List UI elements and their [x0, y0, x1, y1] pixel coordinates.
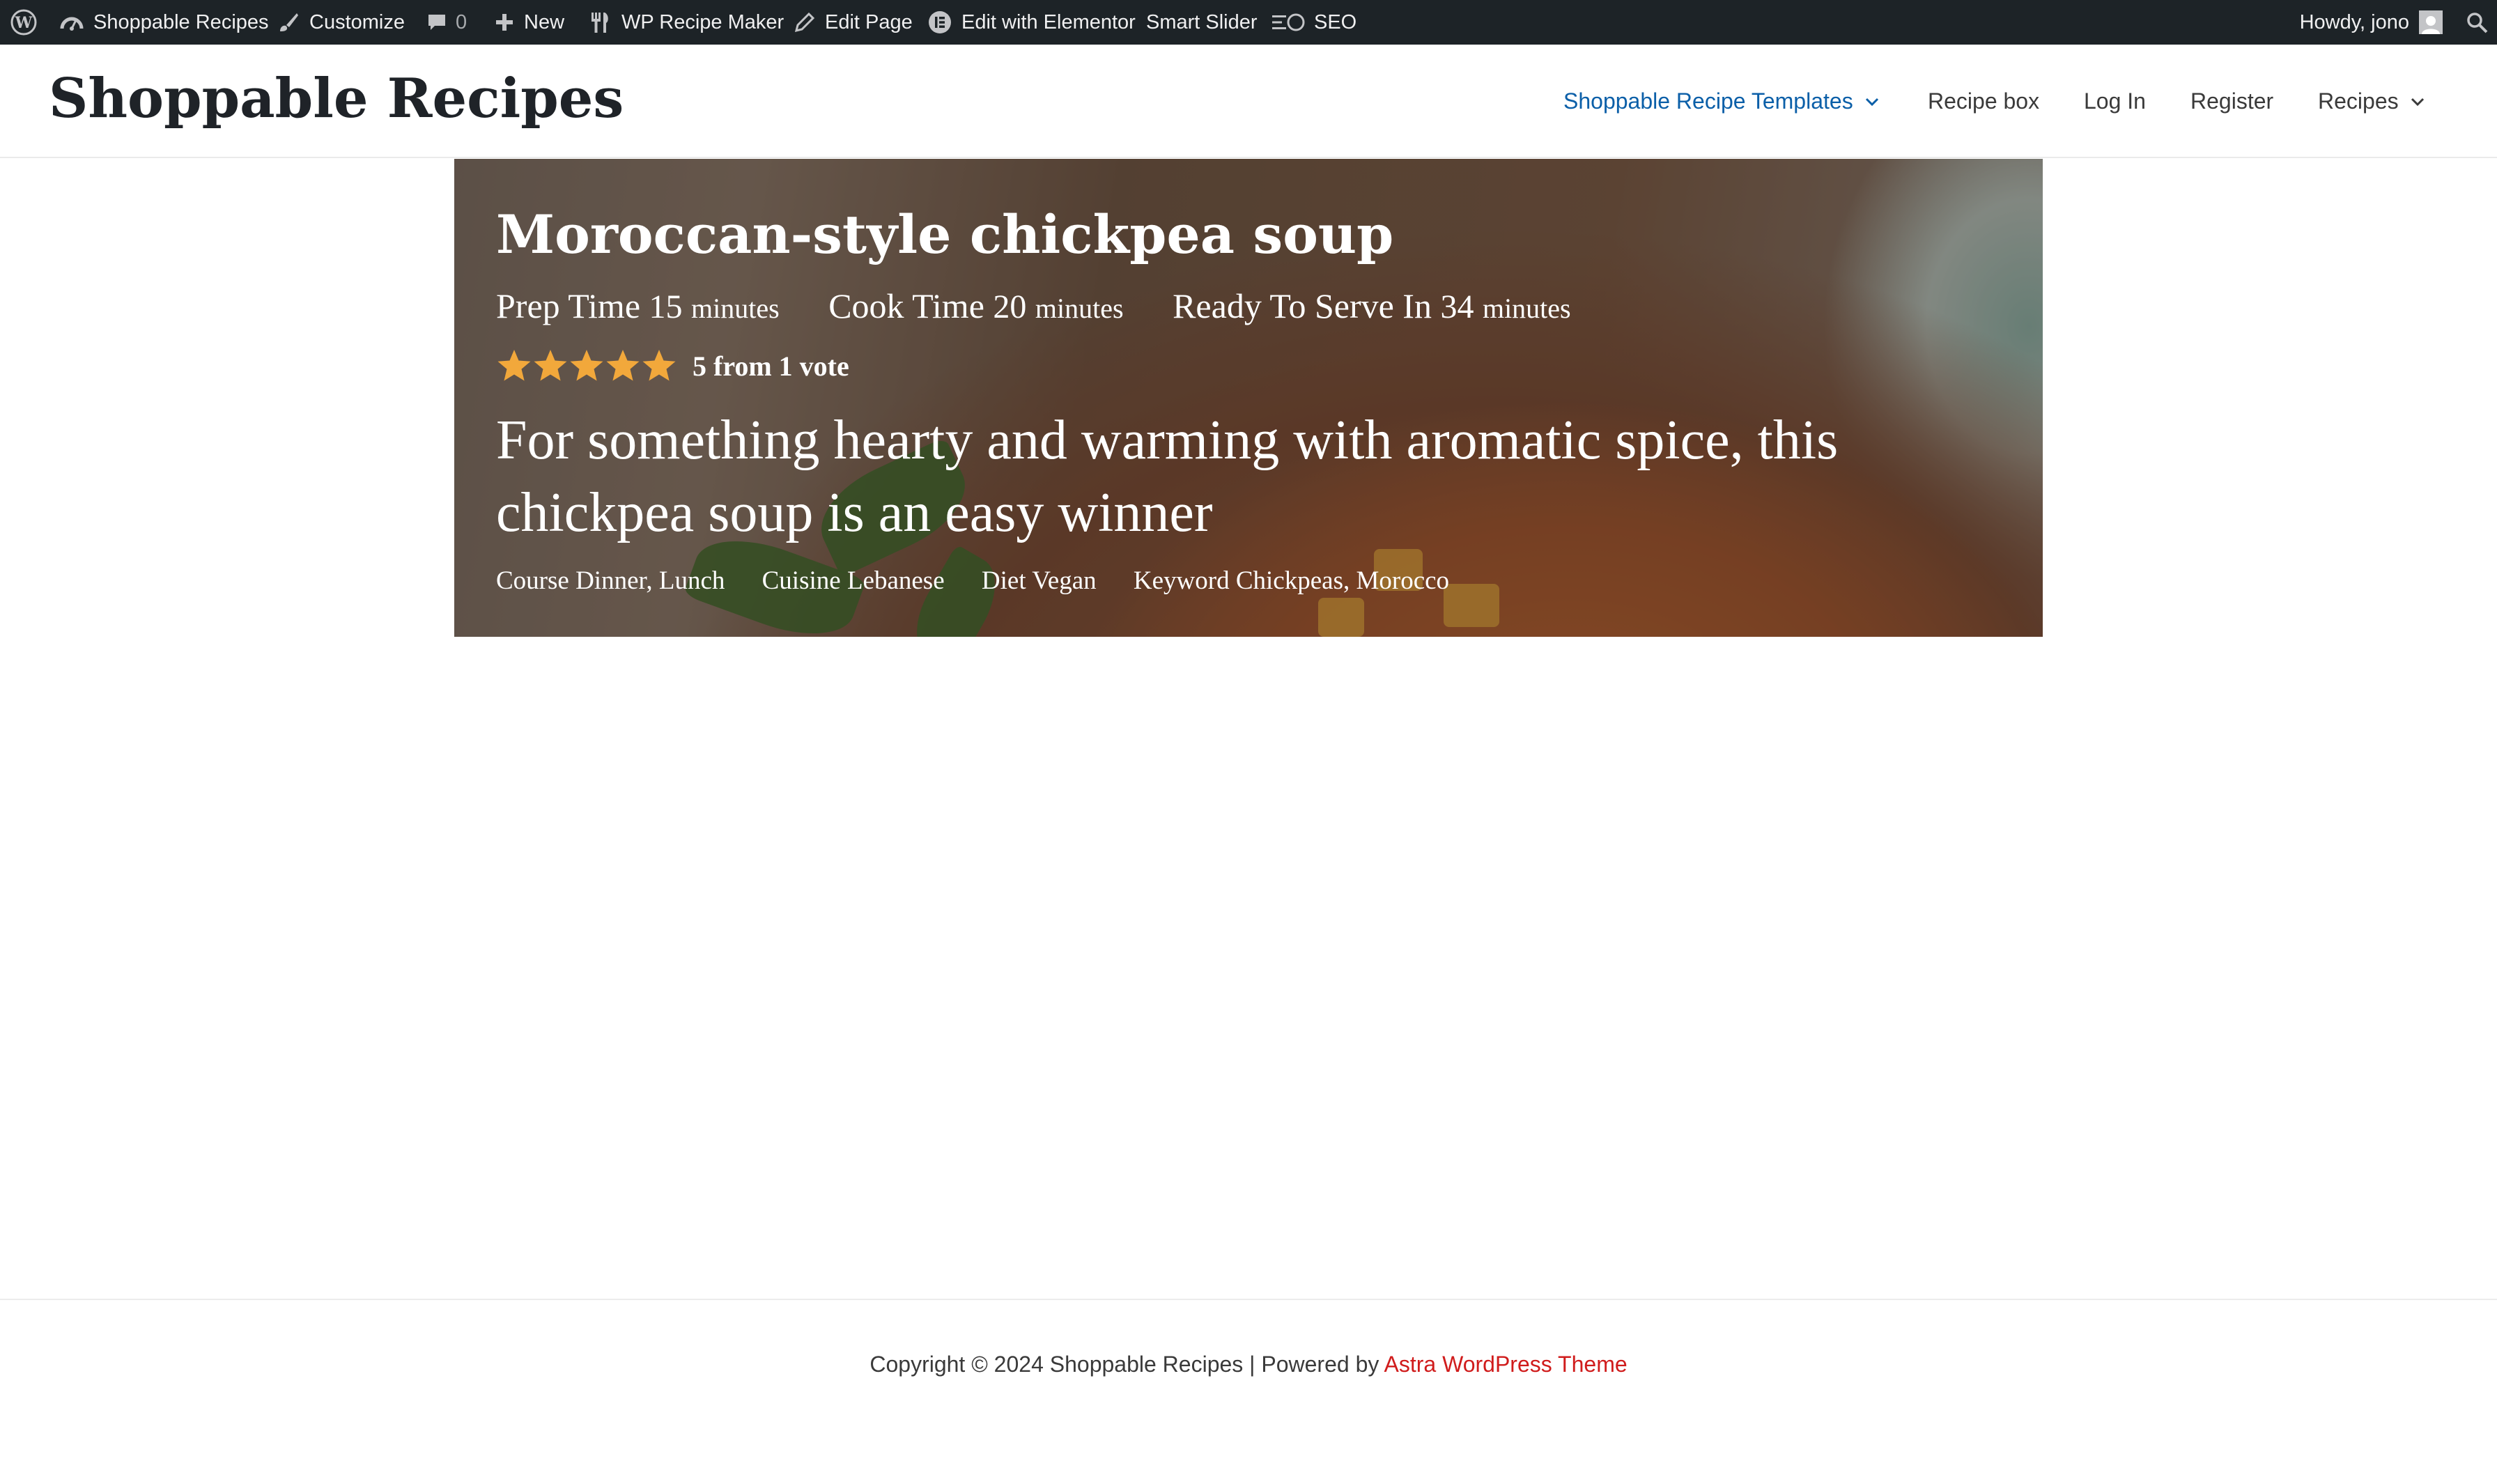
- diet-value: Vegan: [1032, 566, 1097, 595]
- fork-knife-icon: [588, 10, 612, 34]
- site-header: Shoppable Recipes Shoppable Recipe Templ…: [0, 45, 2497, 158]
- course-tag: Course Dinner, Lunch: [496, 566, 725, 596]
- cook-time: Cook Time 20 minutes: [828, 286, 1123, 326]
- nav-shoppable-recipe-templates[interactable]: Shoppable Recipe Templates: [1563, 45, 1880, 158]
- avatar: [2419, 10, 2443, 34]
- svg-text:W: W: [15, 14, 33, 32]
- footer-copyright: Copyright © 2024 Shoppable Recipes | Pow…: [869, 1352, 1379, 1377]
- diet-tag: Diet Vegan: [982, 566, 1097, 596]
- edit-with-elementor-link[interactable]: Edit with Elementor: [928, 0, 1136, 45]
- recipe-hero: Moroccan-style chickpea soup Prep Time 1…: [454, 159, 2043, 637]
- prep-time: Prep Time 15 minutes: [496, 286, 780, 326]
- star-icon[interactable]: [496, 348, 532, 383]
- chevron-down-icon: [2410, 97, 2425, 107]
- seo-label: SEO: [1314, 10, 1357, 33]
- footer-divider: [0, 1299, 2497, 1300]
- ready-time-unit: minutes: [1482, 293, 1571, 324]
- star-icon[interactable]: [569, 348, 605, 383]
- course-value: Dinner, Lunch: [575, 566, 725, 595]
- recipe-title: Moroccan-style chickpea soup: [496, 203, 1394, 265]
- my-account-menu[interactable]: Howdy, jono: [2300, 0, 2443, 45]
- comments-link[interactable]: 0: [426, 0, 467, 45]
- rating-text: 5 from 1 vote: [693, 350, 849, 382]
- prep-time-label: Prep Time: [496, 286, 641, 325]
- nav-label: Recipes: [2318, 88, 2399, 114]
- howdy-label: Howdy, jono: [2299, 10, 2409, 33]
- nav-label: Register: [2190, 88, 2274, 114]
- smart-slider-label: Smart Slider: [1146, 10, 1258, 33]
- prep-time-value: 15: [649, 288, 683, 325]
- star-icon[interactable]: [532, 348, 569, 383]
- site-footer: Copyright © 2024 Shoppable Recipes | Pow…: [0, 1352, 2497, 1377]
- astra-theme-link[interactable]: Astra WordPress Theme: [1384, 1352, 1627, 1377]
- star-icon[interactable]: [641, 348, 677, 383]
- new-label: New: [524, 10, 565, 33]
- customize-link[interactable]: Customize: [277, 0, 405, 45]
- ready-time-value: 34: [1440, 288, 1474, 325]
- site-name-menu[interactable]: Shoppable Recipes: [60, 0, 269, 45]
- new-content-menu[interactable]: New: [495, 0, 564, 45]
- keyword-label: Keyword: [1133, 566, 1230, 595]
- nav-label: Recipe box: [1928, 88, 2040, 114]
- recipe-tags: Course Dinner, Lunch Cuisine Lebanese Di…: [496, 566, 1480, 596]
- nav-recipe-box[interactable]: Recipe box: [1928, 45, 2039, 158]
- recipe-summary: For something hearty and warming with ar…: [496, 410, 1839, 543]
- plus-icon: [495, 13, 514, 32]
- nav-label: Shoppable Recipe Templates: [1563, 88, 1853, 114]
- smart-slider-menu[interactable]: Smart Slider: [1146, 0, 1258, 45]
- dashboard-icon: [60, 12, 84, 33]
- nav-register[interactable]: Register: [2190, 45, 2273, 158]
- ready-time-label: Ready To Serve In: [1173, 286, 1432, 325]
- star-icon[interactable]: [605, 348, 641, 383]
- cook-time-unit: minutes: [1035, 293, 1124, 324]
- recipe-rating: 5 from 1 vote: [496, 348, 849, 383]
- rating-stars[interactable]: [496, 348, 677, 383]
- edit-with-elementor-label: Edit with Elementor: [961, 10, 1136, 33]
- customize-label: Customize: [309, 10, 405, 33]
- nav-label: Log In: [2084, 88, 2146, 114]
- paintbrush-icon: [277, 11, 300, 33]
- cuisine-value: Lebanese: [846, 566, 945, 595]
- cook-time-label: Cook Time: [828, 286, 984, 325]
- pencil-icon: [794, 12, 815, 33]
- admin-search-icon[interactable]: [2465, 0, 2489, 45]
- course-label: Course: [496, 566, 569, 595]
- cuisine-tag: Cuisine Lebanese: [762, 566, 945, 596]
- recipe-times: Prep Time 15 minutes Cook Time 20 minute…: [496, 286, 1611, 326]
- nav-recipes[interactable]: Recipes: [2318, 45, 2425, 158]
- wordpress-logo-icon[interactable]: W: [10, 0, 38, 45]
- chevron-down-icon: [1864, 97, 1880, 107]
- edit-page-label: Edit Page: [825, 10, 913, 33]
- keyword-value: Chickpeas, Morocco: [1235, 566, 1450, 595]
- admin-bar: W Shoppable Recipes Customize 0 New WP R…: [0, 0, 2497, 45]
- comments-count: 0: [456, 10, 467, 33]
- cuisine-label: Cuisine: [762, 566, 841, 595]
- seo-icon: [1271, 12, 1307, 33]
- keyword-tag: Keyword Chickpeas, Morocco: [1134, 566, 1449, 596]
- wp-recipe-maker-menu[interactable]: WP Recipe Maker: [588, 0, 784, 45]
- site-title[interactable]: Shoppable Recipes: [49, 67, 624, 130]
- comment-bubble-icon: [426, 12, 447, 33]
- edit-page-link[interactable]: Edit Page: [794, 0, 913, 45]
- cook-time-value: 20: [993, 288, 1027, 325]
- wp-recipe-maker-label: WP Recipe Maker: [621, 10, 784, 33]
- seo-menu[interactable]: SEO: [1271, 0, 1356, 45]
- prep-time-unit: minutes: [691, 293, 780, 324]
- diet-label: Diet: [981, 566, 1026, 595]
- site-name-label: Shoppable Recipes: [93, 10, 269, 33]
- elementor-icon: [928, 10, 952, 34]
- ready-time: Ready To Serve In 34 minutes: [1173, 286, 1571, 326]
- nav-log-in[interactable]: Log In: [2084, 45, 2146, 158]
